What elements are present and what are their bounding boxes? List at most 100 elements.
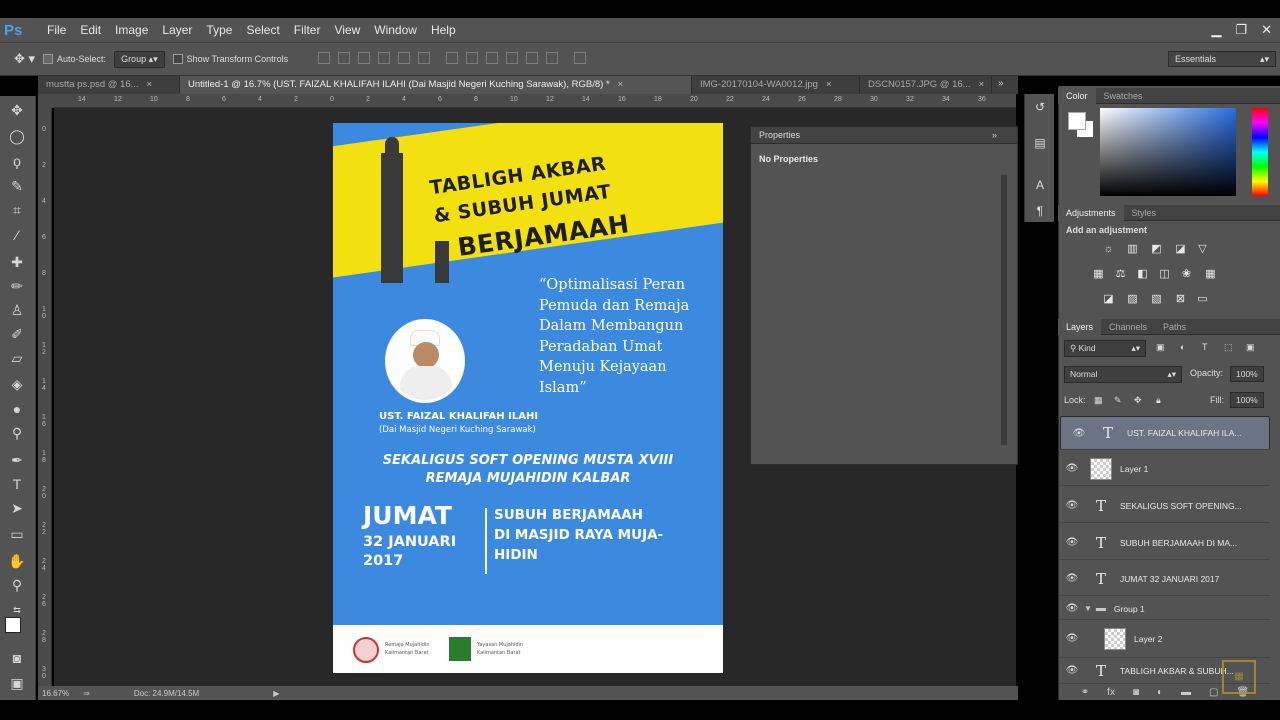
hand-tool-icon[interactable]: ✋ [6,551,28,571]
eye-icon[interactable]: 👁︎ [1060,463,1084,474]
levels-icon[interactable]: ▥ [1126,243,1139,256]
quick-mask-icon[interactable]: ◙ [6,648,28,668]
layer-row[interactable]: 👁︎ Layer 1 [1060,452,1270,486]
eye-icon[interactable]: 👁︎ [1060,665,1084,676]
healing-brush-tool-icon[interactable]: ✚ [6,252,28,272]
dodge-tool-icon[interactable]: ⚲ [6,423,28,443]
restore-icon[interactable]: ❐ [1235,22,1247,38]
tab-layers[interactable]: Layers [1058,318,1102,335]
paragraph-icon[interactable]: ¶ [1032,204,1048,220]
properties-icon[interactable]: ▤ [1032,136,1048,152]
export-icon[interactable]: ⇒ [83,689,90,698]
filter-adjustment-icon[interactable]: ◐ [1180,342,1185,352]
opacity-input[interactable]: 100% [1230,366,1264,382]
layer-group-row[interactable]: 👁︎ ▼ ▬ Group 1 [1060,598,1270,620]
filter-smart-object-icon[interactable]: ▣ [1246,342,1255,353]
eye-icon[interactable]: 👁︎ [1060,603,1084,614]
align-right-icon[interactable] [418,51,431,64]
doc-tab-untitled[interactable]: Untitled-1 @ 16.7% (UST. FAIZAL KHALIFAH… [180,76,692,94]
lock-transparent-icon[interactable]: ▦ [1094,395,1103,406]
tab-swatches[interactable]: Swatches [1096,88,1151,104]
zoom-level[interactable]: 16.67% [42,689,69,698]
align-bottom-icon[interactable] [358,51,371,64]
vertical-ruler[interactable]: 0 2 4 6 8 1 0 1 2 1 4 1 6 1 8 2 0 2 2 2 4 2 6 2 8 3 0 [38,108,52,686]
lock-position-icon[interactable]: ✥ [1134,395,1142,406]
eye-icon[interactable]: 👁︎ [1060,573,1084,584]
new-group-icon[interactable]: ▬ [1181,687,1191,698]
lock-all-icon[interactable]: 🔒︎ [1156,395,1161,406]
eye-icon[interactable]: 👁︎ [1060,633,1084,644]
tab-color[interactable]: Color [1058,87,1096,104]
blend-mode-dropdown[interactable]: Normal ▴▾ [1064,366,1182,383]
menu-window[interactable]: Window [367,23,424,37]
gradient-map-icon[interactable]: ▭ [1196,293,1209,306]
align-top-icon[interactable] [318,51,331,64]
brightness-icon[interactable]: ☼ [1102,243,1115,256]
zoom-tool-icon[interactable]: ⚲ [6,575,28,595]
doc-tab-img[interactable]: IMG-20170104-WA0012.jpg × [692,76,860,94]
foreground-color-box[interactable] [1068,112,1086,130]
marquee-tool-icon[interactable]: ◯ [6,126,28,146]
layer-row[interactable]: 👁︎ T JUMAT 32 JANUARI 2017 [1060,562,1270,596]
menu-filter[interactable]: Filter [287,23,328,37]
eye-icon[interactable]: 👁︎ [1060,537,1084,548]
brush-tool-icon[interactable]: ✏ [6,276,28,296]
distribute-vcenter-icon[interactable] [466,51,479,64]
distribute-bottom-icon[interactable] [486,51,499,64]
link-layers-icon[interactable]: ⚭ [1081,687,1089,698]
filter-type-icon[interactable]: T [1202,342,1208,352]
invert-icon[interactable]: ◪ [1102,293,1115,306]
foreground-color-swatch[interactable] [5,617,21,633]
channel-mixer-icon[interactable]: ❀ [1180,268,1193,281]
menu-image[interactable]: Image [108,23,155,37]
menu-help[interactable]: Help [424,23,463,37]
quick-select-tool-icon[interactable]: ✎ [6,176,28,196]
close-icon[interactable]: × [147,79,153,90]
character-icon[interactable]: A [1032,178,1048,194]
menu-layer[interactable]: Layer [155,23,199,37]
auto-select-checkbox[interactable]: Auto-Select: [43,54,106,65]
layer-row[interactable]: 👁︎ T UST. FAIZAL KHALIFAH ILA... [1060,416,1270,450]
add-mask-icon[interactable]: ◙ [1133,687,1139,698]
close-icon[interactable]: × [618,79,624,90]
menu-select[interactable]: Select [239,23,286,37]
workspace-dropdown[interactable]: Essentials ▴▾ [1168,51,1276,67]
path-select-tool-icon[interactable]: ➤ [6,498,28,518]
stamp-tool-icon[interactable]: ♙ [6,300,28,320]
tab-adjustments[interactable]: Adjustments [1058,204,1124,221]
move-tool-icon[interactable]: ✥ ▾ [14,51,35,67]
menu-view[interactable]: View [327,23,367,37]
play-icon[interactable]: ▶ [273,689,279,698]
menu-type[interactable]: Type [199,23,239,37]
tab-styles[interactable]: Styles [1124,205,1165,221]
close-icon[interactable]: × [826,79,832,90]
move-tool-icon[interactable]: ✥ [6,100,28,120]
screen-mode-icon[interactable]: ▣ [6,673,28,693]
minimize-icon[interactable]: ▁ [1211,22,1221,38]
hue-saturation-icon[interactable]: ▦ [1092,268,1105,281]
crop-tool-icon[interactable]: ⌗ [6,200,28,220]
layer-row[interactable]: 👁︎ T SEKALIGUS SOFT OPENING... [1060,489,1270,523]
distribute-top-icon[interactable] [446,51,459,64]
doc-tab-mustta[interactable]: mustta ps.psd @ 16... × [38,76,180,94]
align-left-icon[interactable] [378,51,391,64]
collapse-icon[interactable]: » [992,130,997,140]
color-lookup-icon[interactable]: ▦ [1204,268,1217,281]
eyedropper-tool-icon[interactable]: ⁄ [6,225,28,245]
align-vcenter-icon[interactable] [338,51,351,64]
eraser-tool-icon[interactable]: ▱ [6,348,28,368]
rectangle-tool-icon[interactable]: ▭ [6,524,28,544]
threshold-icon[interactable]: ▧ [1150,293,1163,306]
horizontal-ruler[interactable]: 14 12 10 8 6 4 2 0 2 4 6 8 10 12 14 16 18 20 22 24 26 28 30 32 3… [54,94,1016,108]
align-hcenter-icon[interactable] [398,51,411,64]
vibrance-icon[interactable]: ▽ [1196,243,1209,256]
new-layer-icon[interactable]: ▢ [1209,687,1218,698]
paint-bucket-tool-icon[interactable]: ◈ [6,374,28,394]
close-icon[interactable]: ✕ [1261,22,1272,38]
doc-tab-dscn[interactable]: DSCN0157.JPG @ 16... × [860,76,992,94]
expand-arrow-icon[interactable]: ▼ [1084,604,1092,613]
menu-edit[interactable]: Edit [73,23,108,37]
transform-controls-checkbox[interactable]: Show Transform Controls [172,54,288,65]
properties-scrollbar[interactable] [1001,175,1007,445]
black-white-icon[interactable]: ◧ [1136,268,1149,281]
